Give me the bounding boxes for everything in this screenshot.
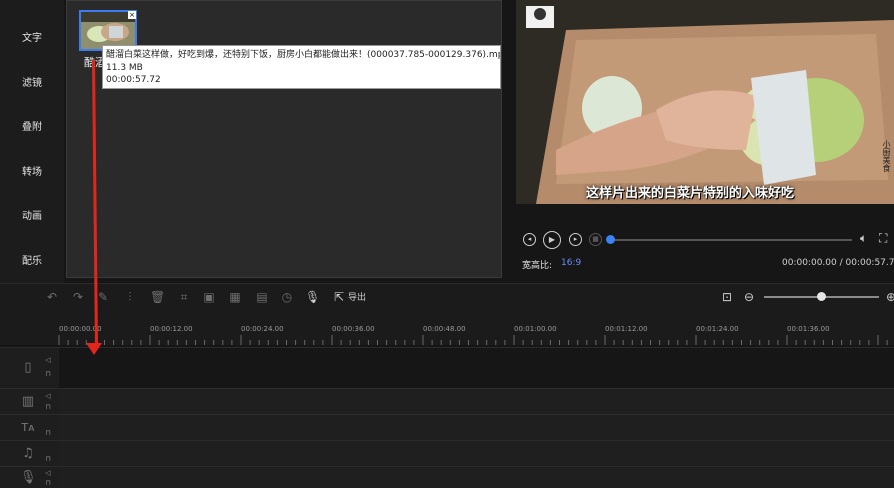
- ruler-tick-label: 00:00:48.00: [423, 325, 466, 333]
- aspect-ratio-value[interactable]: 16:9: [561, 258, 581, 268]
- track-lane[interactable]: [59, 389, 894, 414]
- track-lane[interactable]: [59, 348, 894, 388]
- lock-icon[interactable]: ⊓: [44, 479, 52, 487]
- music-track-icon: ♫: [22, 446, 34, 461]
- voice-track[interactable]: 🎙︎ ◁ ⊓: [0, 466, 894, 488]
- video-frame-image: [516, 0, 894, 204]
- ruler-tick-label: 00:01:24.00: [696, 325, 739, 333]
- edit-icon[interactable]: ✎: [96, 290, 110, 304]
- mute-icon[interactable]: ◁: [44, 356, 52, 364]
- volume-icon[interactable]: 🔈︎: [860, 231, 874, 245]
- video-subtitle: 这样片出来的白菜片特别的入味好吃: [586, 186, 795, 201]
- track-header: ♫ ⊓: [0, 441, 59, 466]
- delete-icon[interactable]: 🗑︎: [150, 290, 165, 304]
- track-lane[interactable]: [59, 467, 894, 488]
- video-track-overlay[interactable]: ▥ ◁ ⊓: [0, 388, 894, 414]
- ruler-tick-label: 00:00:24.00: [241, 325, 284, 333]
- nav-item-text[interactable]: 文字: [0, 29, 64, 44]
- tooltip-duration: 00:00:57.72: [106, 75, 161, 85]
- redo-icon[interactable]: ↷: [71, 290, 85, 304]
- video-track-main[interactable]: ▯ ◁ ⊓: [0, 347, 894, 388]
- stop-icon[interactable]: ■: [589, 233, 602, 246]
- split-icon[interactable]: ⫶: [123, 290, 137, 304]
- audio-icon[interactable]: ▤: [255, 290, 269, 304]
- music-track[interactable]: ♫ ⊓: [0, 440, 894, 466]
- track-header: ▯ ◁ ⊓: [0, 348, 59, 388]
- tooltip-size: 11.3 MB: [106, 62, 143, 73]
- lock-icon[interactable]: ⊓: [44, 455, 52, 463]
- track-lane[interactable]: [59, 415, 894, 440]
- track-lane[interactable]: [59, 441, 894, 466]
- video-preview[interactable]: [516, 0, 894, 204]
- clip-tooltip: 醋溜白菜这样做，好吃到爆，还特别下饭，厨房小白都能做出来！(000037.785…: [102, 45, 501, 89]
- track-header: ▥ ◁ ⊓: [0, 389, 59, 414]
- speed-icon[interactable]: ◷: [280, 290, 294, 304]
- tooltip-filename: 醋溜白菜这样做，好吃到爆，还特别下饭，厨房小白都能做出来！(000037.785…: [106, 50, 500, 60]
- export-icon[interactable]: ⇱: [332, 290, 346, 304]
- undo-icon[interactable]: ↶: [45, 290, 59, 304]
- mic-icon[interactable]: 🎙︎: [305, 290, 320, 304]
- next-frame-icon[interactable]: ▸: [569, 233, 582, 246]
- video-track-icon: ▯: [24, 360, 32, 375]
- annotation-arrow-head: [86, 343, 102, 355]
- text-track[interactable]: Tᴀ ⊓: [0, 414, 894, 440]
- lock-icon[interactable]: ⊓: [44, 429, 52, 437]
- ruler-tick-label: 00:00:36.00: [332, 325, 375, 333]
- clip-close-icon[interactable]: ×: [128, 11, 136, 19]
- seek-handle[interactable]: [606, 235, 615, 244]
- ruler-tick-label: 00:01:00.00: [514, 325, 557, 333]
- track-header: 🎙︎ ◁ ⊓: [0, 467, 59, 488]
- mute-icon[interactable]: ◁: [44, 392, 52, 400]
- lock-icon[interactable]: ⊓: [44, 403, 52, 411]
- mic-track-icon: 🎙︎: [20, 470, 37, 485]
- mute-icon[interactable]: ◁: [44, 469, 52, 477]
- preview-timecode: 00:00:00.00 / 00:00:57.72: [782, 258, 894, 268]
- prev-frame-icon[interactable]: ◂: [523, 233, 536, 246]
- aspect-ratio-label: 宽高比:: [522, 261, 553, 271]
- track-header: Tᴀ ⊓: [0, 415, 59, 440]
- lock-icon[interactable]: ⊓: [44, 370, 52, 378]
- ruler-tick-label: 00:01:12.00: [605, 325, 648, 333]
- zoom-in-icon[interactable]: ⊕: [884, 290, 894, 304]
- play-icon[interactable]: ▶: [543, 231, 561, 249]
- seek-bar[interactable]: [610, 239, 852, 241]
- text-track-icon: Tᴀ: [21, 421, 35, 434]
- nav-item-overlay[interactable]: 叠附: [0, 118, 64, 133]
- nav-item-filter[interactable]: 滤镜: [0, 74, 64, 89]
- film-track-icon: ▥: [21, 394, 35, 409]
- nav-item-transition[interactable]: 转场: [0, 163, 64, 178]
- ruler-tick-label: 00:01:36.00: [787, 325, 830, 333]
- export-button[interactable]: 导出: [348, 290, 366, 303]
- zoom-slider-handle[interactable]: [817, 292, 826, 301]
- video-watermark: 小厨美食: [882, 140, 891, 172]
- fullscreen-icon[interactable]: ⛶: [879, 231, 893, 245]
- left-nav: 文字 滤镜 叠附 转场 动画 配乐: [0, 0, 64, 283]
- freeze-icon[interactable]: ▣: [202, 290, 216, 304]
- crop-icon[interactable]: ⌗: [177, 290, 191, 304]
- nav-item-music[interactable]: 配乐: [0, 252, 64, 267]
- fit-timeline-icon[interactable]: ⊡: [720, 290, 734, 304]
- zoom-out-icon[interactable]: ⊖: [742, 290, 756, 304]
- mosaic-icon[interactable]: ▦: [228, 290, 242, 304]
- ruler-tick-label: 00:00:12.00: [150, 325, 193, 333]
- nav-item-animation[interactable]: 动画: [0, 207, 64, 222]
